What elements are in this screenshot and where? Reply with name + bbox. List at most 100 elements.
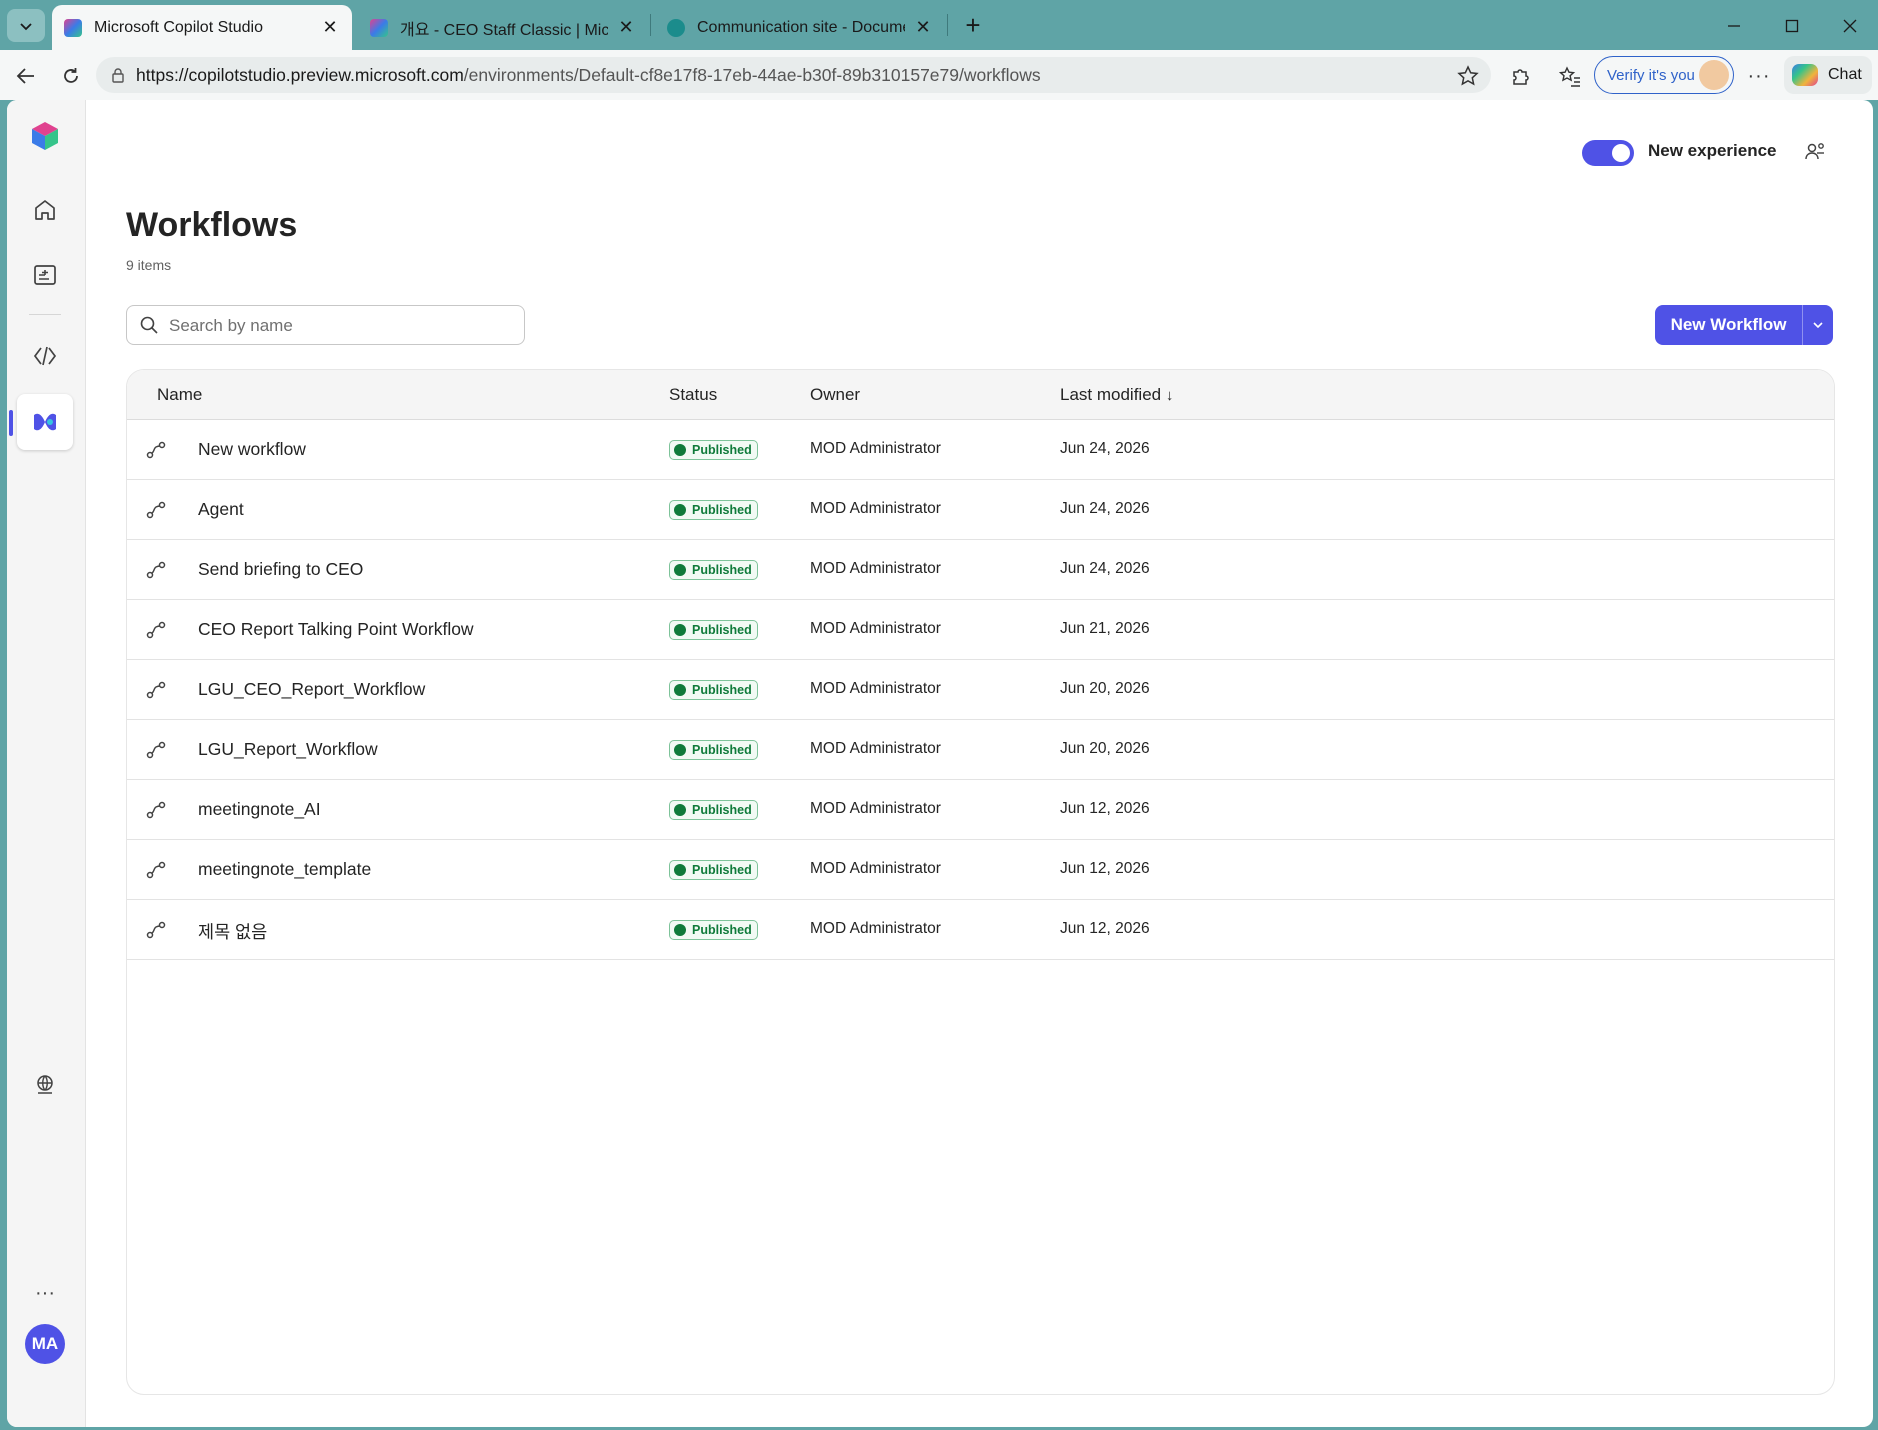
owner-cell: MOD Administrator <box>810 620 941 637</box>
workflow-icon <box>146 621 166 639</box>
last-modified-label: Last modified <box>1060 385 1162 404</box>
workflow-name-link[interactable]: LGU_Report_Workflow <box>198 739 378 760</box>
create-agent-icon <box>34 265 56 285</box>
app-page: MA ··· New experience Workflows 9 items … <box>7 100 1873 1427</box>
status-badge: Published <box>669 560 758 580</box>
nav-tools[interactable] <box>17 328 73 384</box>
table-row[interactable]: 제목 없음 Published MOD Administrator Jun 12, 2… <box>127 900 1834 960</box>
nav-home[interactable] <box>17 182 73 238</box>
new-experience-label: New experience <box>1648 141 1777 160</box>
owner-cell: MOD Administrator <box>810 860 941 877</box>
workflows-icon <box>34 413 56 431</box>
status-badge: Published <box>669 860 758 880</box>
settings-button[interactable] <box>1801 138 1829 166</box>
new-experience-toggle[interactable] <box>1582 140 1634 166</box>
table-row[interactable]: Agent Published MOD Administrator Jun 24, 2… <box>127 480 1834 540</box>
workflow-name-link[interactable]: Agent <box>198 499 244 520</box>
last-modified-cell: Jun 20, 2026 <box>1060 740 1150 757</box>
workflow-name-link[interactable]: LGU_CEO_Report_Workflow <box>198 679 425 700</box>
browser-tab-copilot-studio[interactable]: Microsoft Copilot Studio ✕ <box>52 5 352 50</box>
favorite-star-icon[interactable] <box>1457 65 1479 87</box>
minimize-button[interactable] <box>1714 12 1754 40</box>
published-dot-icon <box>674 684 686 696</box>
last-modified-cell: Jun 21, 2026 <box>1060 620 1150 637</box>
table-row[interactable]: CEO Report Talking Point Workflow Publish… <box>127 600 1834 660</box>
table-row[interactable]: LGU_CEO_Report_Workflow Published MOD Admi… <box>127 660 1834 720</box>
published-dot-icon <box>674 564 686 576</box>
tab-divider <box>650 14 651 36</box>
user-avatar[interactable]: MA <box>25 1324 65 1364</box>
workflow-icon <box>146 681 166 699</box>
last-modified-cell: Jun 12, 2026 <box>1060 860 1150 877</box>
back-button[interactable] <box>12 62 40 90</box>
status-badge: Published <box>669 440 758 460</box>
more-options-button[interactable]: ··· <box>1745 62 1773 90</box>
close-window-button[interactable] <box>1830 12 1870 40</box>
nav-workflows[interactable] <box>17 394 73 450</box>
browser-tab-communication-site[interactable]: Communication site - Documents ✕ <box>655 5 945 50</box>
table-row[interactable]: Send briefing to CEO Published MOD Adminis… <box>127 540 1834 600</box>
status-label: Published <box>692 563 752 577</box>
column-header-last-modified[interactable]: Last modified ↓ <box>1060 385 1173 405</box>
copilot-chat-button[interactable]: Chat <box>1784 56 1872 94</box>
table-row[interactable]: New workflow Published MOD Administrator Ju… <box>127 420 1834 480</box>
nav-create[interactable] <box>17 247 73 303</box>
status-badge: Published <box>669 920 758 940</box>
sort-descending-icon: ↓ <box>1165 387 1174 404</box>
workflow-name-link[interactable]: meetingnote_template <box>198 859 371 880</box>
copilot-icon <box>1792 64 1818 86</box>
url-path: /environments/Default-cf8e17f8-17eb-44ae… <box>463 64 1041 85</box>
owner-cell: MOD Administrator <box>810 740 941 757</box>
new-workflow-button[interactable]: New Workflow <box>1655 315 1802 335</box>
workflow-name-link[interactable]: meetingnote_AI <box>198 799 321 820</box>
table-row[interactable]: LGU_Report_Workflow Published MOD Administ… <box>127 720 1834 780</box>
nav-environment[interactable] <box>17 1056 73 1112</box>
close-tab-icon[interactable]: ✕ <box>913 17 933 38</box>
more-horizontal-icon: ··· <box>1747 64 1771 87</box>
refresh-icon <box>64 68 78 83</box>
published-dot-icon <box>674 444 686 456</box>
column-header-owner[interactable]: Owner <box>810 385 860 405</box>
maximize-icon <box>1785 19 1799 33</box>
refresh-button[interactable] <box>57 62 85 90</box>
tab-divider <box>947 14 948 36</box>
owner-cell: MOD Administrator <box>810 500 941 517</box>
new-workflow-dropdown-button[interactable] <box>1803 319 1833 331</box>
browser-tab-ceo-staff[interactable]: 개요 - CEO Staff Classic | Microsoft ✕ <box>358 5 648 50</box>
tab-list-button[interactable] <box>7 9 45 42</box>
workflow-name-link[interactable]: CEO Report Talking Point Workflow <box>198 619 474 640</box>
status-label: Published <box>692 503 752 517</box>
last-modified-cell: Jun 12, 2026 <box>1060 800 1150 817</box>
maximize-button[interactable] <box>1772 12 1812 40</box>
column-header-status[interactable]: Status <box>669 385 717 405</box>
close-tab-icon[interactable]: ✕ <box>320 17 340 38</box>
nav-active-indicator <box>9 410 13 436</box>
table-row[interactable]: meetingnote_AI Published MOD Administrator… <box>127 780 1834 840</box>
nav-more-button[interactable]: ··· <box>17 1265 73 1321</box>
workflow-icon <box>146 741 166 759</box>
table-row[interactable]: meetingnote_template Published MOD Adminis… <box>127 840 1834 900</box>
close-tab-icon[interactable]: ✕ <box>616 17 636 38</box>
workflow-name-link[interactable]: New workflow <box>198 439 306 460</box>
copilot-studio-logo[interactable] <box>17 108 73 164</box>
workflow-name-link[interactable]: Send briefing to CEO <box>198 559 363 580</box>
last-modified-cell: Jun 20, 2026 <box>1060 680 1150 697</box>
favorites-button[interactable] <box>1556 62 1584 90</box>
tab-title: 개요 - CEO Staff Classic | Microsoft <box>400 21 608 39</box>
extensions-button[interactable] <box>1506 62 1534 90</box>
column-header-name[interactable]: Name <box>157 385 202 405</box>
search-input[interactable] <box>167 306 511 346</box>
nav-divider <box>29 314 61 315</box>
favorites-list-icon <box>1559 66 1580 87</box>
last-modified-cell: Jun 24, 2026 <box>1060 500 1150 517</box>
owner-cell: MOD Administrator <box>810 440 941 457</box>
toggle-knob <box>1612 144 1630 162</box>
workflows-table: Name Status Owner Last modified ↓ New wo… <box>126 369 1835 1395</box>
new-tab-button[interactable]: + <box>958 10 988 40</box>
status-label: Published <box>692 743 752 757</box>
verify-identity-button[interactable]: Verify it's you <box>1594 56 1734 94</box>
close-icon <box>1843 19 1857 33</box>
chevron-down-icon <box>1813 322 1823 329</box>
workflow-name-link[interactable]: 제목 없음 <box>198 919 267 944</box>
address-bar[interactable]: https://copilotstudio.preview.microsoft.… <box>96 57 1491 93</box>
